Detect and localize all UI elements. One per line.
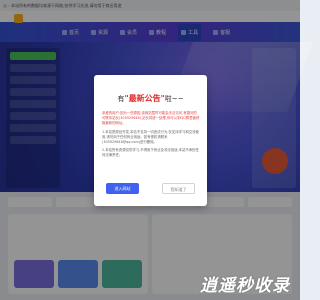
enter-site-button[interactable]: 进入网站 xyxy=(106,183,139,194)
notice-paragraph: 1.本站是原创开发,本站不支持一切违法行为,仅支持学习和交流使用,请勿用于任何商… xyxy=(102,129,199,145)
modal-body: 亲爱的用户:因为一些原因,该网站暂时可能会无法访问,有疑问的可联系站长(3059… xyxy=(102,111,200,162)
title-highlight: "最新公告" xyxy=(124,94,165,103)
notice-paragraph: 亲爱的用户:因为一些原因,该网站暂时可能会无法访问,有疑问的可联系站长(3059… xyxy=(102,111,200,126)
modal-title: 有"最新公告"啦~~ xyxy=(94,93,207,104)
announcement-modal: 有"最新公告"啦~~ 亲爱的用户:因为一些原因,该网站暂时可能会无法访问,有疑问… xyxy=(94,75,207,206)
notice-paragraph: 2.本站所有资源仅供学习,不得用于商业及非法用途,本站不承担任何法律责任。 xyxy=(102,148,199,158)
watermark-text: 逍遥秒收录 xyxy=(200,276,290,296)
title-suffix: 啦~~ xyxy=(164,95,184,103)
acknowledge-button[interactable]: 我知道了 xyxy=(162,183,195,194)
